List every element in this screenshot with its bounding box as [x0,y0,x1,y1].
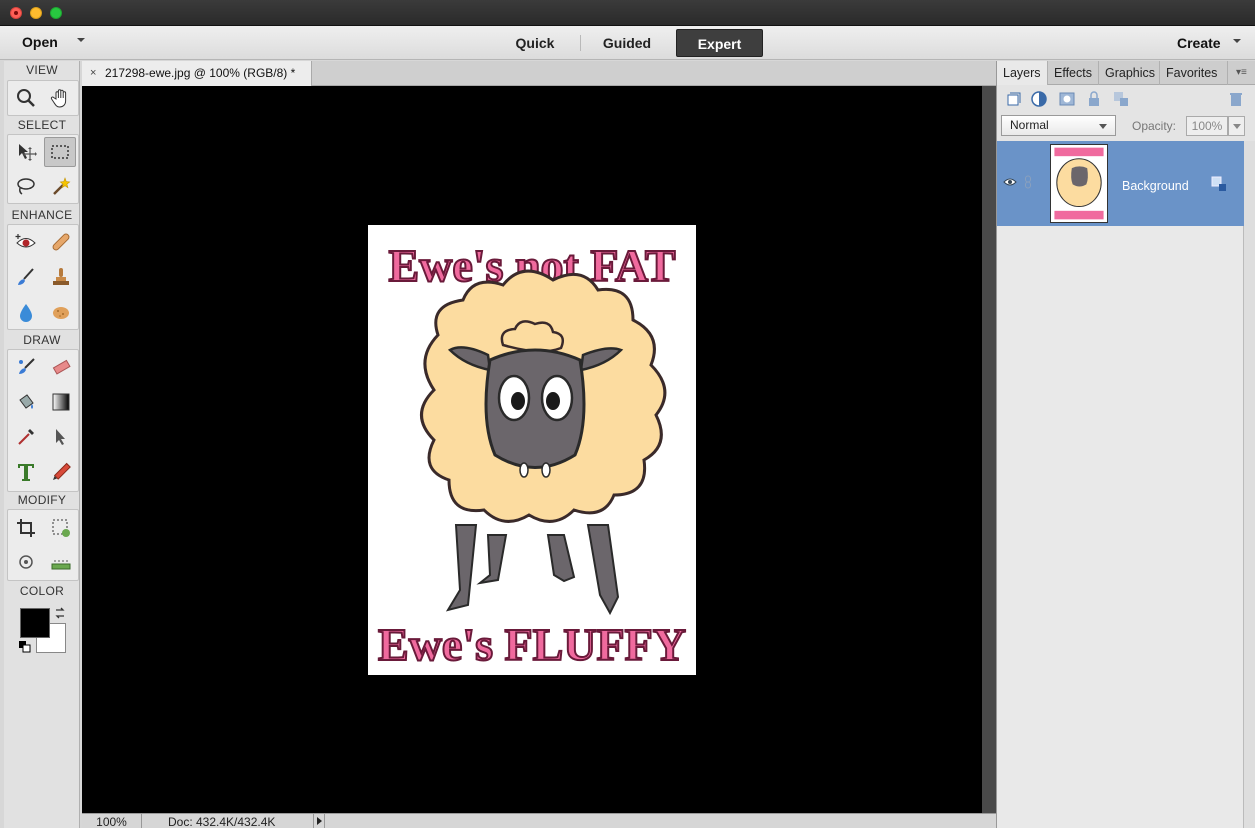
blend-mode-select[interactable]: Normal [1001,115,1116,136]
lasso-tool-icon[interactable] [10,171,42,201]
document-tab[interactable]: × 217298-ewe.jpg @ 100% (RGB/8) * [82,61,312,86]
document-tab-title: 217298-ewe.jpg @ 100% (RGB/8) * [105,66,296,80]
blend-mode-value: Normal [1010,118,1049,132]
layers-list: Background [997,141,1244,828]
tab-expert[interactable]: Expert [676,29,763,57]
opacity-dropdown-icon[interactable] [1228,116,1245,136]
lock-all-icon[interactable] [1112,90,1130,108]
layer-row[interactable]: Background [997,141,1244,226]
lock-transparent-icon[interactable] [1085,90,1103,108]
open-button[interactable]: Open [22,34,58,50]
gradient-icon[interactable] [45,387,77,417]
layer-lock-icon[interactable] [1211,176,1227,192]
title-bar [0,0,1255,26]
select-section-title: SELECT [17,118,67,132]
adjustment-layer-icon[interactable] [1030,90,1048,108]
default-colors-icon[interactable] [18,640,32,654]
tab-effects[interactable]: Effects [1048,61,1099,85]
hand-tool-icon[interactable] [45,83,77,113]
swap-colors-icon[interactable] [54,607,66,619]
select-tool-group [7,134,79,204]
delete-layer-icon[interactable] [1227,90,1245,108]
view-tool-group [7,80,79,116]
tab-layers[interactable]: Layers [997,61,1048,85]
foreground-color-swatch[interactable] [20,608,50,638]
open-dropdown-icon[interactable] [77,38,85,42]
maximize-window-button[interactable] [50,7,62,19]
clone-stamp-icon[interactable] [45,262,77,292]
magic-wand-icon[interactable] [45,171,77,201]
modify-section-title: MODIFY [17,493,67,507]
eraser-icon[interactable] [45,352,77,382]
zoom-tool-icon[interactable] [10,83,42,113]
color-section-title: COLOR [19,584,65,598]
minimize-window-button[interactable] [30,7,42,19]
crop-icon[interactable] [10,513,42,543]
draw-section-title: DRAW [23,333,61,347]
document-size: Doc: 432.4K/432.4K [168,815,276,828]
tab-favorites[interactable]: Favorites [1160,61,1228,85]
zoom-level-field[interactable]: 100% [82,814,142,828]
panel-menu-icon[interactable]: ▾≡ [1236,67,1250,79]
sheep-illustration: Ewe's not FAT Ewe's FLUFFY [368,225,696,675]
tab-divider [580,35,581,51]
canvas-area[interactable]: Ewe's not FAT Ewe's FLUFFY [82,86,982,813]
tab-quick[interactable]: Quick [496,29,574,57]
layer-link-icon[interactable] [1024,175,1032,189]
canvas-scrollbar[interactable] [982,86,996,813]
enhance-section-title: ENHANCE [11,208,73,222]
modify-tool-group [7,509,79,581]
create-button[interactable]: Create [1177,35,1221,51]
enhance-tool-group [7,224,79,330]
eyedropper-icon[interactable] [10,422,42,452]
layer-mask-icon[interactable] [1058,90,1076,108]
close-window-button[interactable] [10,7,22,19]
create-dropdown-icon[interactable] [1233,39,1241,43]
layers-panel: Layers Effects Graphics Favorites ▾≡ Nor… [996,61,1255,828]
blur-icon[interactable] [10,297,42,327]
status-bar: 100% Doc: 432.4K/432.4K [82,813,996,828]
move-tool-icon[interactable] [10,137,42,167]
layer-thumbnail [1050,144,1108,223]
layers-scrollbar[interactable] [1244,141,1255,828]
view-section-title: VIEW [26,63,58,77]
brush-icon[interactable] [10,352,42,382]
photoshop-elements-window: Open Quick Guided Expert Create VIEW SEL… [0,0,1255,828]
layer-toolbar [997,86,1255,112]
visibility-eye-icon[interactable] [1003,177,1017,187]
tab-graphics[interactable]: Graphics [1099,61,1160,85]
opacity-label: Opacity: [1132,119,1177,133]
spot-healing-icon[interactable] [45,227,77,257]
toolbox: VIEW SELECT ENHANCE DRAW MODIFY COLOR [4,61,80,828]
pencil-icon[interactable] [45,457,77,487]
smart-brush-icon[interactable] [10,262,42,292]
sponge-icon[interactable] [45,297,77,327]
straighten-icon[interactable] [45,547,77,577]
panel-tab-bar: Layers Effects Graphics Favorites ▾≡ [997,61,1255,85]
tab-guided[interactable]: Guided [586,29,668,57]
paint-bucket-icon[interactable] [10,387,42,417]
marquee-tool-icon[interactable] [44,137,76,167]
mode-bar: Open Quick Guided Expert Create [0,26,1255,60]
new-layer-icon[interactable] [1005,90,1023,108]
custom-shape-icon[interactable] [45,422,77,452]
document-image[interactable]: Ewe's not FAT Ewe's FLUFFY [368,225,696,675]
image-caption-bottom: Ewe's FLUFFY [378,619,686,670]
type-tool-icon[interactable] [10,457,42,487]
chevron-down-icon [1099,124,1107,129]
close-document-icon[interactable]: × [90,61,96,86]
draw-tool-group [7,349,79,492]
layer-name: Background [1122,179,1189,193]
red-eye-icon[interactable] [10,227,42,257]
opacity-field[interactable]: 100% [1186,116,1228,136]
recompose-icon[interactable] [45,513,77,543]
content-aware-move-icon[interactable] [10,547,42,577]
document-tab-bar: × 217298-ewe.jpg @ 100% (RGB/8) * [82,61,996,86]
status-menu-arrow-icon[interactable] [313,814,325,828]
